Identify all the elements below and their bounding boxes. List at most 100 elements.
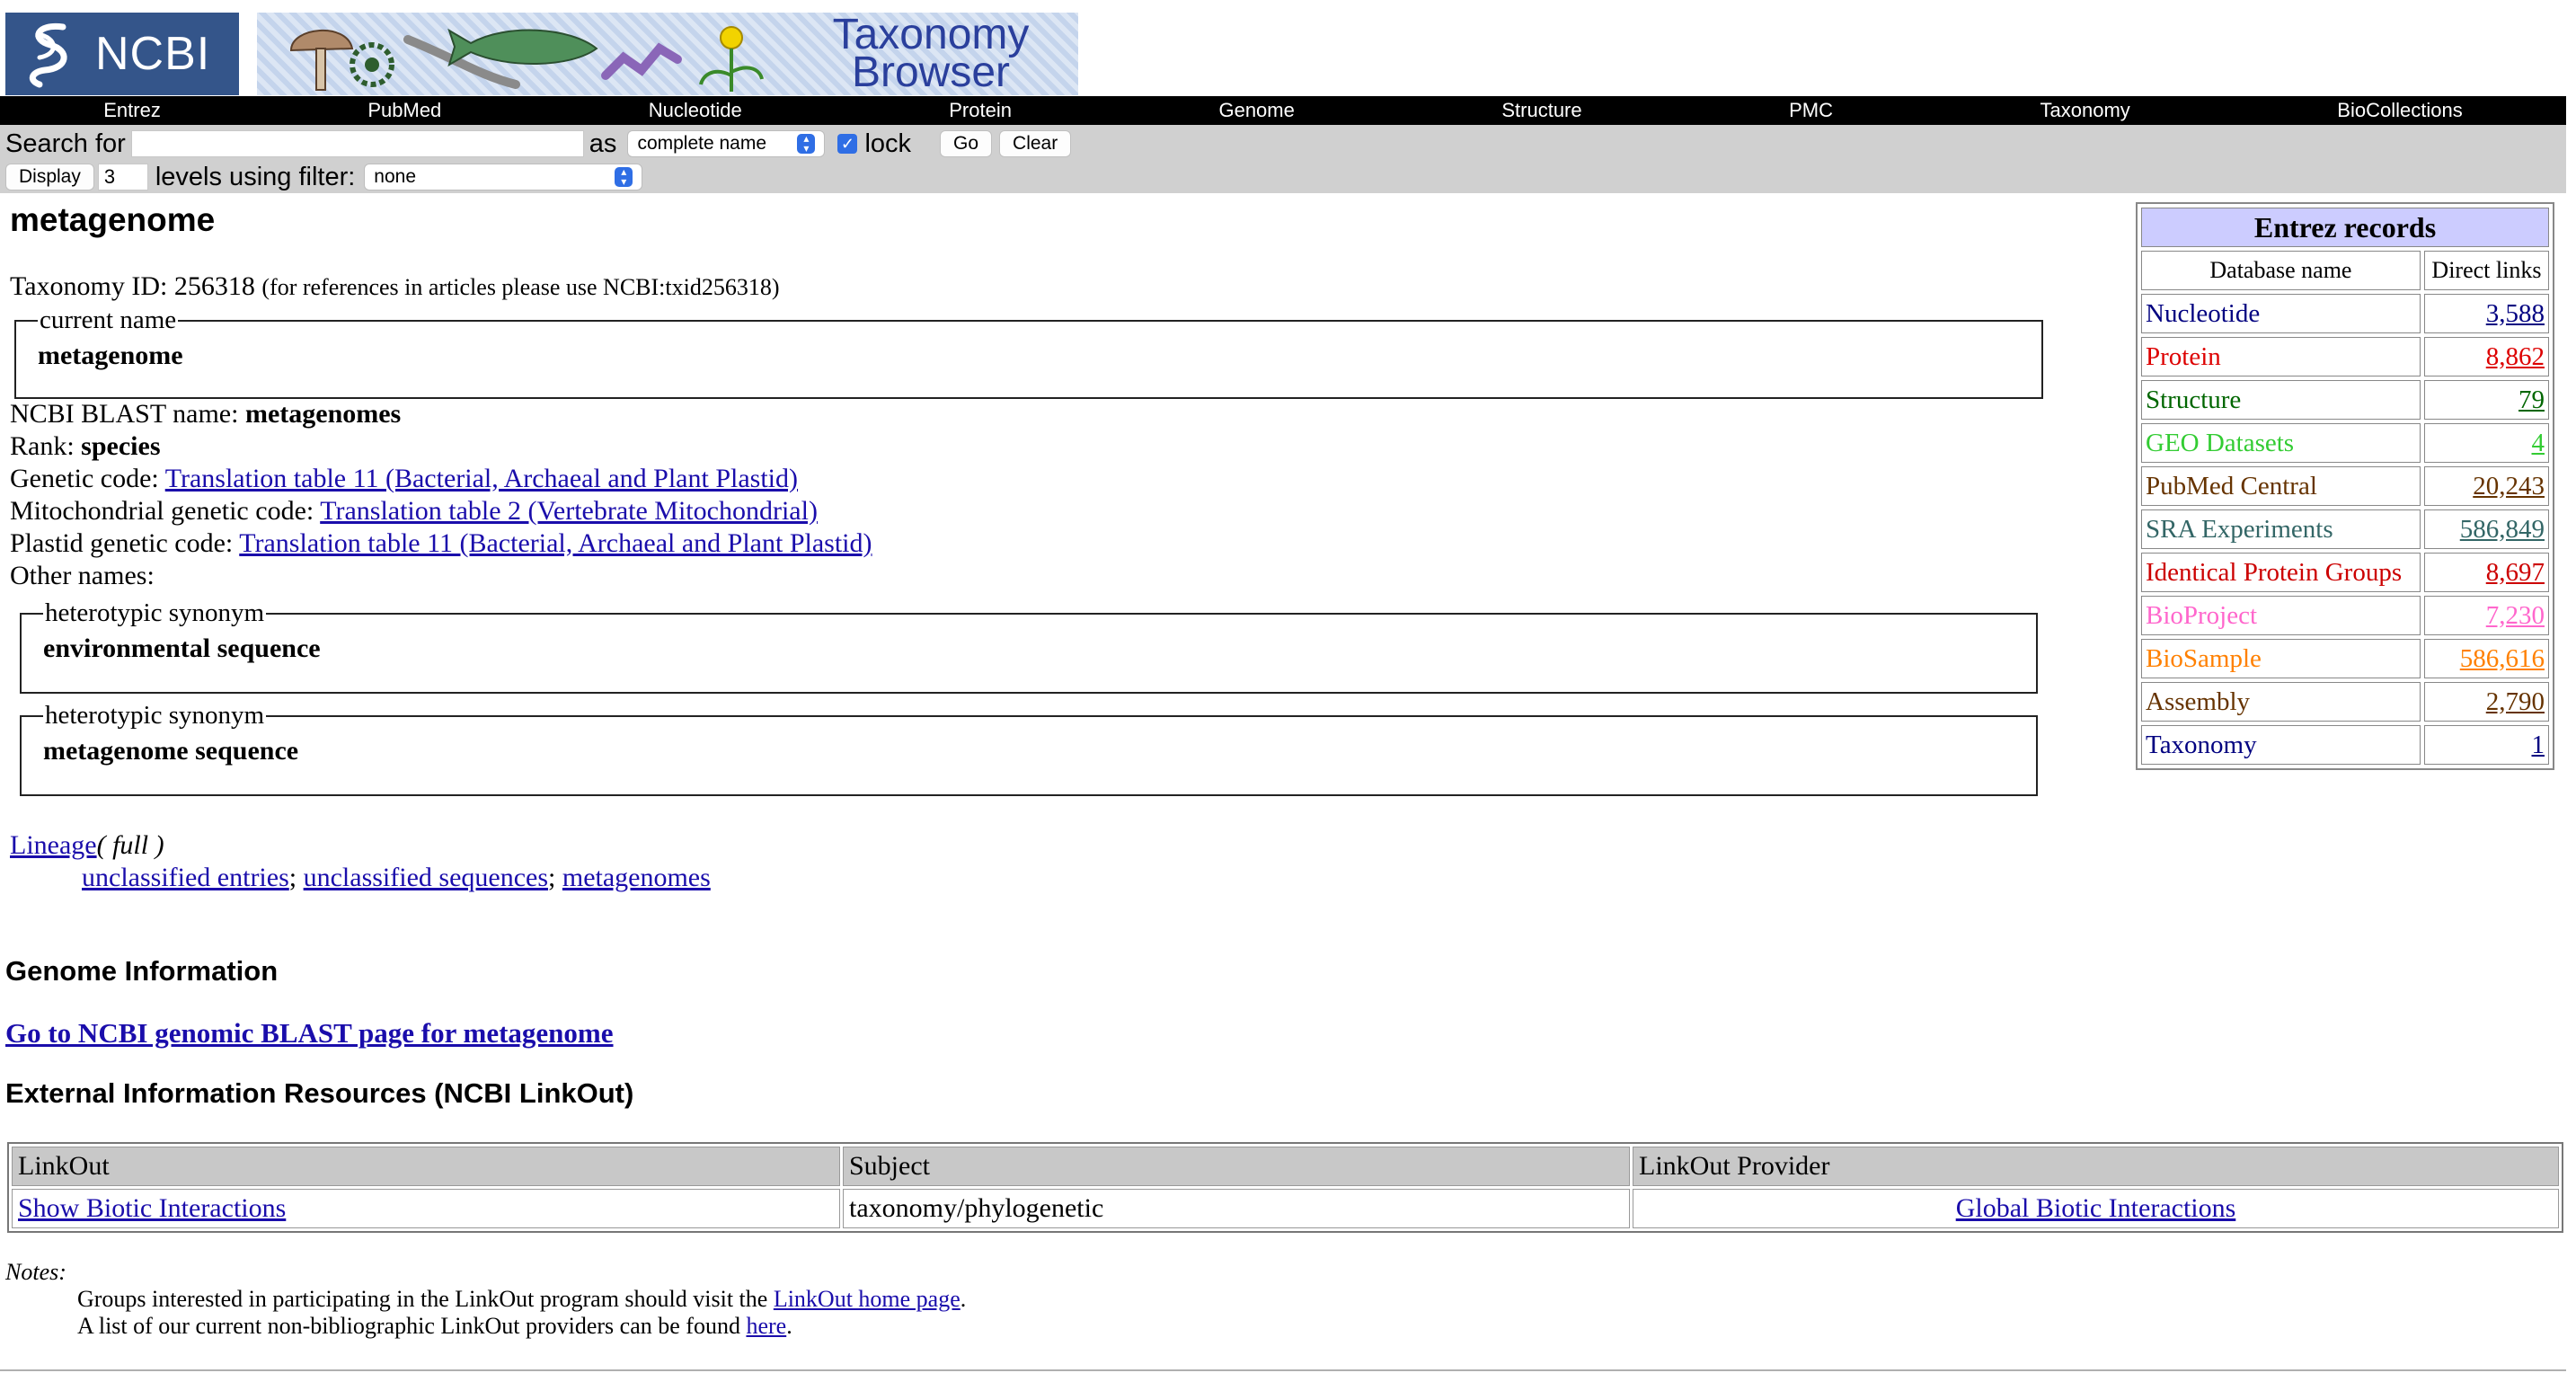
table-row: Nucleotide 3,588 [2141, 294, 2549, 333]
plastid-code-label: Plastid genetic code: [10, 528, 234, 558]
ncbi-logo-text: NCBI [95, 28, 211, 80]
lineage-full-toggle[interactable]: ( full ) [97, 830, 164, 860]
entrez-rows: Nucleotide 3,588 Protein 8,862 Structure 79 GE… [2141, 294, 2549, 765]
other-names-label: Other names: [10, 561, 155, 590]
subject-cell: taxonomy/phylogenetic [843, 1189, 1630, 1228]
record-count-cell: 79 [2423, 380, 2549, 420]
table-row: Show Biotic Interactions taxonomy/phylog… [12, 1189, 2559, 1228]
page-title: metagenome [10, 201, 216, 238]
entrez-records-title: Entrez records [2141, 208, 2549, 247]
linkout-link[interactable]: Show Biotic Interactions [18, 1193, 286, 1223]
linkout-table: LinkOut Subject LinkOut Provider Show Bi… [7, 1142, 2563, 1233]
notes-line: A list of our current non-bibliographic … [5, 1313, 966, 1340]
filter-select[interactable]: none ▴ ▾ [364, 164, 643, 190]
nav-genome[interactable]: Genome [1218, 99, 1294, 122]
notes-line: Groups interested in participating in th… [5, 1286, 966, 1313]
record-count-cell: 1 [2423, 725, 2549, 765]
lineage-item[interactable]: unclassified entries [82, 863, 289, 892]
mito-code-label: Mitochondrial genetic code: [10, 496, 314, 526]
lineage-item[interactable]: metagenomes [562, 863, 711, 892]
table-row: Structure 79 [2141, 380, 2549, 420]
col-database-name: Database name [2141, 251, 2421, 290]
nav-structure[interactable]: Structure [1501, 99, 1581, 122]
record-count-link[interactable]: 3,588 [2486, 299, 2545, 328]
record-count-link[interactable]: 8,697 [2486, 558, 2545, 587]
col-direct-links: Direct links [2423, 251, 2549, 290]
search-type-select[interactable]: complete name ▴ ▾ [627, 130, 826, 157]
taxonomy-banner: Taxonomy Browser [257, 13, 1078, 95]
record-count-link[interactable]: 586,616 [2460, 644, 2545, 673]
plastid-code-link[interactable]: Translation table 11 (Bacterial, Archaea… [239, 528, 872, 558]
go-button[interactable]: Go [940, 130, 993, 157]
mito-code-line: Mitochondrial genetic code: Translation … [10, 495, 872, 527]
record-count-link[interactable]: 20,243 [2473, 472, 2545, 500]
record-count-link[interactable]: 79 [2518, 385, 2545, 414]
current-name-legend: current name [40, 306, 177, 334]
record-count-link[interactable]: 586,849 [2460, 515, 2545, 544]
lock-label: lock [864, 128, 912, 158]
database-name: Nucleotide [2141, 294, 2421, 333]
lineage-item[interactable]: unclassified sequences [304, 863, 548, 892]
mito-code-link[interactable]: Translation table 2 (Vertebrate Mitochon… [320, 496, 818, 526]
genomic-blast-link[interactable]: Go to NCBI genomic BLAST page for metage… [5, 1017, 614, 1050]
record-count-cell: 3,588 [2423, 294, 2549, 333]
record-count-link[interactable]: 2,790 [2486, 687, 2545, 716]
genetic-code-link[interactable]: Translation table 11 (Bacterial, Archaea… [165, 464, 798, 493]
synonym-legend: heterotypic synonym [45, 701, 265, 730]
database-name: BioProject [2141, 596, 2421, 635]
nav-nucleotide[interactable]: Nucleotide [649, 99, 742, 122]
rank-value: species [81, 431, 161, 461]
nav-protein[interactable]: Protein [949, 99, 1012, 122]
nav-pmc[interactable]: PMC [1789, 99, 1833, 122]
notes-text: . [960, 1286, 967, 1312]
linkout-home-link[interactable]: LinkOut home page [774, 1286, 960, 1312]
nav-entrez[interactable]: Entrez [103, 99, 161, 122]
rank-line: Rank: species [10, 430, 872, 463]
rank-label: Rank: [10, 431, 75, 461]
linkout-heading: External Information Resources (NCBI Lin… [5, 1077, 634, 1109]
nav-biocollections[interactable]: BioCollections [2337, 99, 2462, 122]
record-count-link[interactable]: 4 [2532, 429, 2545, 457]
lineage-link[interactable]: Lineage [10, 830, 97, 860]
table-row: SRA Experiments 586,849 [2141, 509, 2549, 549]
blast-name-line: NCBI BLAST name: metagenomes [10, 398, 872, 430]
notes-section: Notes: Groups interested in participatin… [5, 1259, 966, 1340]
table-row: Taxonomy 1 [2141, 725, 2549, 765]
database-name: GEO Datasets [2141, 423, 2421, 463]
table-row: Assembly 2,790 [2141, 682, 2549, 722]
record-count-cell: 586,616 [2423, 639, 2549, 678]
ncbi-swirl-icon [29, 22, 67, 88]
record-count-link[interactable]: 1 [2532, 731, 2545, 759]
database-name: Structure [2141, 380, 2421, 420]
search-input[interactable] [130, 130, 584, 157]
filter-value: none [374, 166, 417, 187]
provider-link[interactable]: Global Biotic Interactions [1956, 1193, 2236, 1223]
nav-taxonomy[interactable]: Taxonomy [2040, 99, 2130, 122]
database-name: Protein [2141, 337, 2421, 376]
current-name-value: metagenome [38, 341, 183, 370]
search-for-label: Search for [5, 128, 126, 158]
genetic-code-label: Genetic code: [10, 464, 159, 493]
database-name: PubMed Central [2141, 466, 2421, 506]
display-button[interactable]: Display [5, 164, 94, 190]
nav-pubmed[interactable]: PubMed [367, 99, 441, 122]
genome-info-heading: Genome Information [5, 955, 279, 987]
record-count-link[interactable]: 7,230 [2486, 601, 2545, 630]
database-name: Taxonomy [2141, 725, 2421, 765]
entrez-records-table: Entrez records Database name Direct link… [2136, 202, 2554, 770]
clear-button[interactable]: Clear [999, 130, 1072, 157]
table-row: BioSample 586,616 [2141, 639, 2549, 678]
levels-input[interactable] [97, 164, 148, 190]
lock-checkbox[interactable]: ✓ [837, 134, 858, 154]
taxonomy-browser-title: Taxonomy Browser [796, 13, 1066, 94]
record-count-link[interactable]: 8,862 [2486, 342, 2545, 371]
ncbi-logo[interactable]: NCBI [5, 13, 239, 95]
notes-text: A list of our current non-bibliographic … [77, 1313, 740, 1339]
table-row: BioProject 7,230 [2141, 596, 2549, 635]
blast-name-value: metagenomes [244, 399, 402, 429]
providers-link[interactable]: here [746, 1313, 786, 1339]
record-count-cell: 20,243 [2423, 466, 2549, 506]
notes-text: . [786, 1313, 792, 1339]
levels-label: levels using filter: [155, 162, 356, 191]
blast-name-label: NCBI BLAST name: [10, 399, 239, 429]
